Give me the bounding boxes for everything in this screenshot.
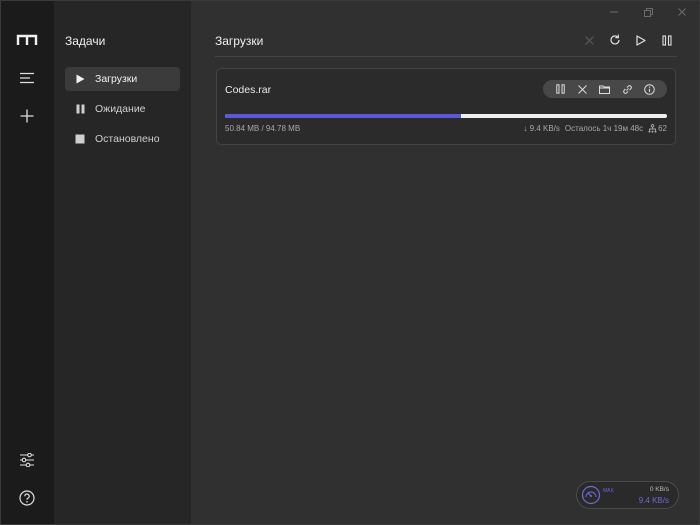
task-item-label: Остановлено	[95, 133, 160, 145]
delete-all-icon[interactable]	[579, 31, 599, 49]
header-divider	[215, 56, 677, 57]
file-name: Codes.rar	[225, 84, 272, 96]
main-panel: Загрузки Codes.rar 50.84 MB / 94.78 MB ↓…	[191, 1, 699, 524]
add-icon[interactable]	[12, 101, 42, 131]
task-stats: ↓ 9.4 KB/s Осталось 1ч 19м 48с 62	[523, 124, 667, 133]
task-item-downloads[interactable]: Загрузки	[65, 67, 180, 91]
speed-widget[interactable]: MAX 0 KB/s 9.4 KB/s	[576, 481, 679, 509]
pause-icon	[74, 103, 86, 115]
sidebar-title: Задачи	[65, 34, 106, 48]
speedometer-icon	[581, 485, 601, 505]
download-task-card[interactable]: Codes.rar 50.84 MB / 94.78 MB ↓ 9.4 KB/s…	[216, 68, 676, 145]
connections-icon	[648, 124, 657, 133]
task-sidebar: Задачи Загрузки Ожидание Остановлено	[54, 1, 191, 524]
play-icon	[74, 73, 86, 85]
cancel-task-icon[interactable]	[576, 82, 590, 96]
link-icon[interactable]	[620, 82, 634, 96]
header-actions	[579, 31, 677, 49]
connections: 62	[648, 124, 667, 133]
help-icon[interactable]	[12, 483, 42, 513]
upload-speed: 0 KB/s	[649, 486, 669, 493]
time-remaining: Осталось 1ч 19м 48с	[564, 124, 644, 133]
stop-icon	[74, 133, 86, 145]
folder-icon[interactable]	[598, 82, 612, 96]
icon-rail	[1, 1, 54, 524]
connections-count: 62	[658, 124, 667, 133]
task-item-label: Ожидание	[95, 103, 146, 115]
pause-task-icon[interactable]	[553, 82, 567, 96]
progress-fill	[225, 114, 462, 118]
task-toolbar	[543, 80, 667, 98]
settings-sliders-icon[interactable]	[12, 445, 42, 475]
menu-icon[interactable]	[12, 63, 42, 93]
page-title: Загрузки	[215, 34, 264, 48]
size-progress: 50.84 MB / 94.78 MB	[225, 124, 301, 133]
total-download-speed: 9.4 KB/s	[638, 496, 669, 505]
max-label: MAX	[603, 488, 614, 494]
progress-bar	[225, 114, 667, 118]
app-window: Задачи Загрузки Ожидание Остановлено Заг…	[0, 0, 700, 525]
refresh-icon[interactable]	[605, 31, 625, 49]
resume-all-icon[interactable]	[631, 31, 651, 49]
task-item-stopped[interactable]: Остановлено	[65, 127, 180, 151]
task-item-label: Загрузки	[95, 73, 138, 85]
logo-icon	[12, 25, 42, 55]
info-icon[interactable]	[643, 82, 657, 96]
pause-all-icon[interactable]	[657, 31, 677, 49]
task-item-waiting[interactable]: Ожидание	[65, 97, 180, 121]
download-speed: ↓ 9.4 KB/s	[523, 124, 560, 133]
